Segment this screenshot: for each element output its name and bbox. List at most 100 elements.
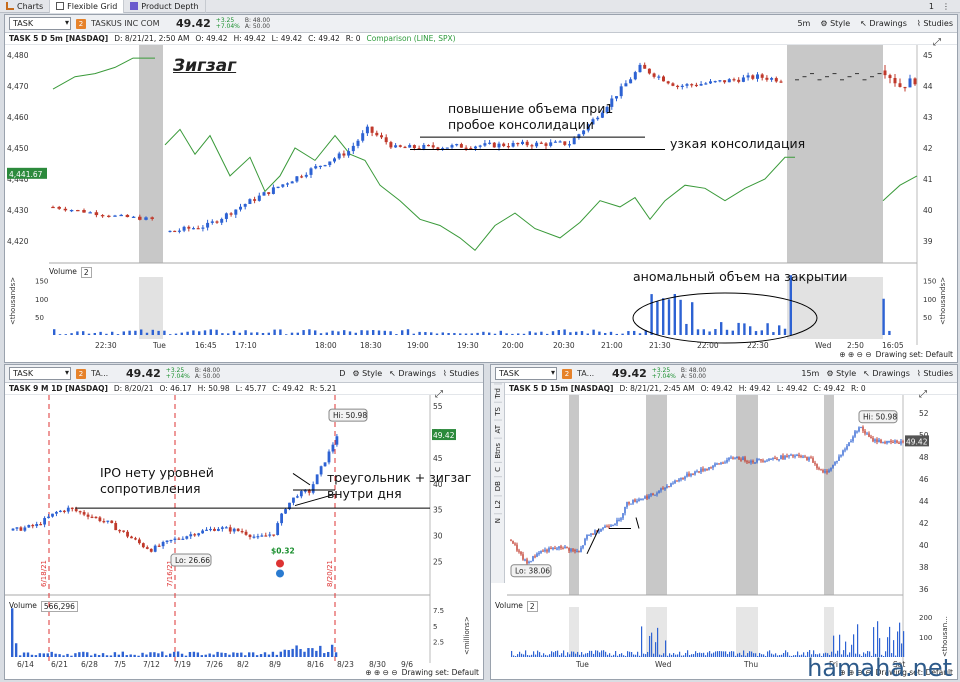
candle-body xyxy=(633,72,637,80)
candle-body xyxy=(666,81,670,84)
tab-bar-controls: 1 ⋮ xyxy=(929,2,960,11)
candle-body xyxy=(594,530,596,535)
candle-body xyxy=(351,145,355,152)
candle-body xyxy=(110,520,114,524)
candle-body xyxy=(260,535,264,537)
candle-body xyxy=(181,538,185,540)
tab-label: Product Depth xyxy=(141,1,199,11)
candle-body xyxy=(150,217,154,219)
candle-body xyxy=(738,456,740,460)
volume-bar xyxy=(591,650,593,657)
candle-body xyxy=(522,554,524,560)
volume-link[interactable]: 2 xyxy=(80,267,92,278)
volume-bar xyxy=(517,333,520,335)
candle-body xyxy=(189,534,193,537)
intraday-15m-chart[interactable]: 525048464442403836Hi: 50.98Lo: 38.0649.4… xyxy=(491,365,958,680)
candle-body xyxy=(455,144,459,146)
right-axis-tick: 38 xyxy=(919,563,929,572)
candle-body xyxy=(712,465,714,468)
candle-body xyxy=(634,499,636,502)
candle-body xyxy=(824,471,826,473)
candle-body xyxy=(86,514,90,517)
volume-bar xyxy=(141,652,144,657)
volume-bar xyxy=(348,331,352,335)
candle-body xyxy=(628,501,630,504)
candle-body xyxy=(331,444,335,452)
tab-product-depth[interactable]: Product Depth xyxy=(124,0,206,13)
volume-bar xyxy=(196,652,200,657)
candle-body xyxy=(820,469,822,471)
candle-body xyxy=(525,141,529,146)
volume-bar xyxy=(777,655,779,657)
zoom-icons[interactable]: ⊕ ⊕ ⊖ ⊖ xyxy=(839,350,871,359)
zoom-icons[interactable]: ⊕ ⊕ ⊖ ⊖ xyxy=(365,668,397,677)
volume-bar xyxy=(573,651,575,657)
volume-bar xyxy=(101,653,105,657)
volume-breakout-annotation: повышение объема при1 пробое консолидации xyxy=(448,101,613,132)
session-shade xyxy=(139,45,163,263)
candle-body xyxy=(808,457,810,461)
volume-bar xyxy=(263,652,267,657)
candle-body xyxy=(654,494,656,496)
candle-body xyxy=(63,208,68,211)
candle-body xyxy=(572,549,574,551)
volume-link[interactable]: 2 xyxy=(526,601,538,612)
volume-bar xyxy=(709,651,711,657)
candle-body xyxy=(760,74,764,78)
candle-body xyxy=(240,531,244,533)
candle-body xyxy=(27,525,31,528)
volume-bar xyxy=(279,329,282,335)
candle-body xyxy=(754,462,756,464)
candle-body xyxy=(119,214,123,217)
candle-body xyxy=(718,80,722,82)
volume-bar xyxy=(703,652,705,657)
time-axis-tick: 7/5 xyxy=(114,660,126,669)
candle-body xyxy=(884,442,886,444)
candle-body xyxy=(629,79,633,84)
time-axis-tick: 7/26 xyxy=(206,660,223,669)
menu-icon[interactable]: ⋮ xyxy=(942,2,950,11)
volume-bar xyxy=(713,652,715,657)
volume-bar xyxy=(693,654,695,657)
drawing-set-label[interactable]: Drawing set: Default xyxy=(402,668,479,677)
candle-body xyxy=(606,526,608,528)
candle-body xyxy=(883,70,887,76)
price-badge-text: 49.42 xyxy=(906,437,928,446)
volume-bar xyxy=(105,655,109,657)
right-axis-tick: 43 xyxy=(923,113,933,122)
candle-body xyxy=(774,457,776,460)
candle-body xyxy=(732,79,736,81)
candle-body xyxy=(680,85,684,87)
volume-bar xyxy=(145,332,149,335)
candle-body xyxy=(806,456,808,461)
candle-body xyxy=(394,145,398,148)
dividend-icon xyxy=(276,569,284,578)
volume-bar xyxy=(719,651,721,657)
candle-body xyxy=(206,222,210,228)
volume-bar xyxy=(307,648,310,657)
drawing-set-label[interactable]: Drawing set: Default xyxy=(876,350,953,359)
candle-body xyxy=(276,186,280,188)
volume-bar xyxy=(877,621,879,657)
candle-body xyxy=(267,192,271,194)
volume-bar xyxy=(598,331,601,335)
candle-body xyxy=(586,534,588,539)
volume-bar xyxy=(882,298,885,335)
time-axis-tick: 16:45 xyxy=(195,341,217,350)
candle-body xyxy=(640,498,642,501)
tab-charts[interactable]: Charts xyxy=(0,0,51,13)
volume-bar xyxy=(638,333,642,335)
candle-body xyxy=(578,551,580,553)
volume-bar xyxy=(737,653,739,657)
tab-flexible-grid[interactable]: Flexible Grid xyxy=(50,0,125,13)
volume-bar xyxy=(395,334,398,335)
candle-body xyxy=(848,442,850,447)
candle-body xyxy=(521,141,524,145)
candle-body xyxy=(217,528,220,531)
daily-price-chart[interactable]: 555045403530256/18/217/16/218/20/21Hi: 5… xyxy=(5,365,484,680)
candle-body xyxy=(165,540,169,543)
volume-bar xyxy=(757,655,759,657)
top-price-chart[interactable]: 4,4804,4704,4604,4504,4404,4304,4204,441… xyxy=(5,15,958,363)
grid-count[interactable]: 1 xyxy=(929,2,934,11)
volume-bar xyxy=(545,654,547,657)
